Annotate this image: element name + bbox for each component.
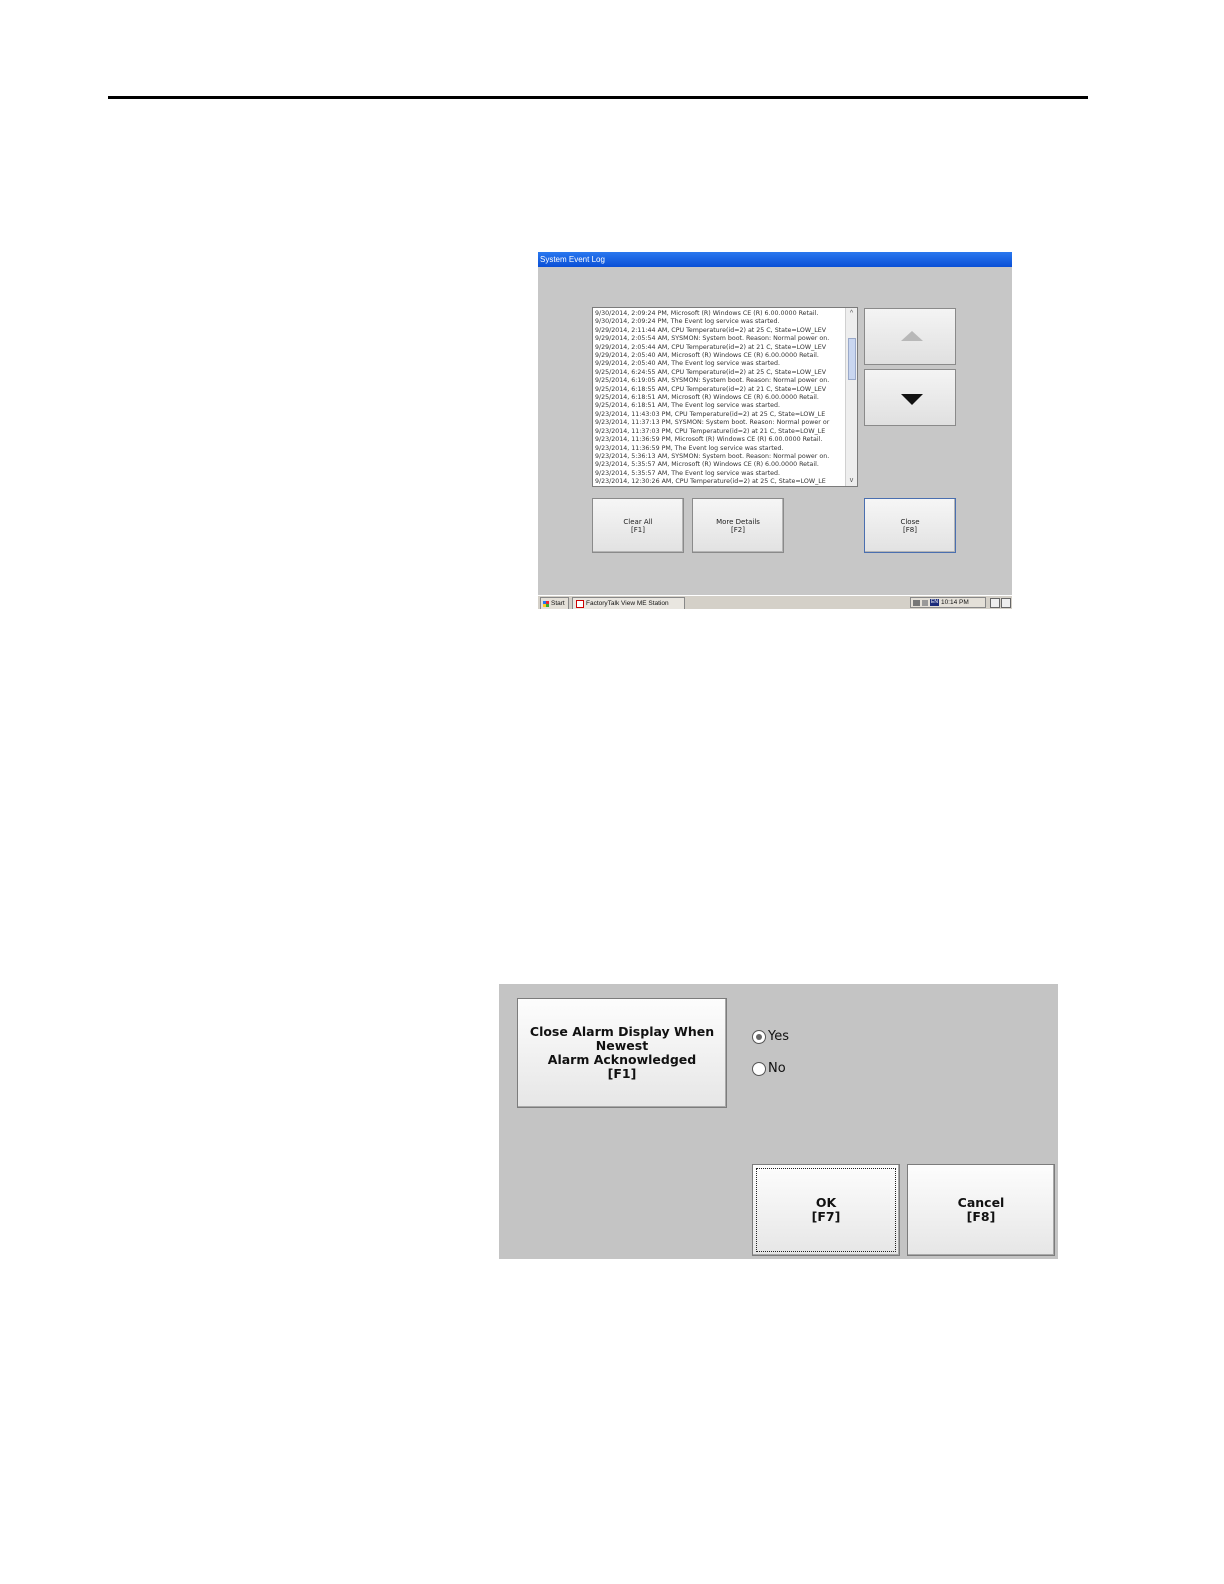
windows-logo-icon [543,600,549,607]
log-entry[interactable]: 9/29/2014, 2:05:40 AM, Microsoft (R) Win… [595,352,843,360]
keyboard-icon[interactable] [1001,598,1011,608]
option-line2: Alarm Acknowledged [547,1052,697,1067]
log-entry[interactable]: 9/25/2014, 6:19:05 AM, SYSMON: System bo… [595,377,843,385]
triangle-up-icon [901,331,923,341]
log-entry[interactable]: 9/25/2014, 6:18:51 AM, The Event log ser… [595,402,843,410]
log-entry[interactable]: 9/29/2014, 2:05:40 AM, The Event log ser… [595,360,843,368]
scroll-up-arrow-icon[interactable]: ^ [847,309,856,318]
app-icon [576,599,584,608]
log-entry[interactable]: 9/23/2014, 5:36:13 AM, SYSMON: System bo… [595,453,843,461]
clear-all-key: [F1] [631,525,645,534]
system-event-log-window: System Event Log 9/30/2014, 2:09:24 PM, … [538,252,1012,609]
clear-all-button[interactable]: Clear All [F1] [592,498,684,553]
radio-no-label: No [768,1061,786,1076]
clear-all-label: Clear All [623,517,653,526]
page-down-button[interactable] [864,369,956,426]
log-entry[interactable]: 9/23/2014, 12:30:26 AM, CPU Temperature(… [595,478,843,486]
event-log-scrollbar[interactable]: ^ v [845,308,857,486]
keyboard-language-badge[interactable]: EN [930,599,939,606]
option-key: [F1] [607,1066,637,1081]
desktop-icon[interactable] [990,598,1000,608]
event-log-lines: 9/30/2014, 2:09:24 PM, Microsoft (R) Win… [595,310,843,486]
close-alarm-display-option-button[interactable]: Close Alarm Display When Newest Alarm Ac… [517,998,727,1108]
more-details-button[interactable]: More Details [F2] [692,498,784,553]
ok-button[interactable]: OK [F7] [752,1164,900,1256]
log-entry[interactable]: 9/23/2014, 11:37:03 PM, CPU Temperature(… [595,428,843,436]
cancel-button[interactable]: Cancel [F8] [907,1164,1055,1256]
close-key: [F8] [903,525,917,534]
ok-key: [F7] [811,1209,841,1224]
log-entry[interactable]: 9/23/2014, 11:43:03 PM, CPU Temperature(… [595,411,843,419]
log-entry[interactable]: 9/29/2014, 2:11:44 AM, CPU Temperature(i… [595,327,843,335]
log-entry[interactable]: 9/23/2014, 11:36:59 PM, The Event log se… [595,445,843,453]
network-icon[interactable] [913,599,920,606]
window-title: System Event Log [538,252,1012,267]
radio-yes[interactable]: Yes [752,1029,789,1044]
scroll-thumb[interactable] [848,338,856,380]
page-up-button[interactable] [864,308,956,365]
taskbar: Start FactoryTalk View ME Station EN 10:… [538,595,1012,609]
close-label: Close [900,517,920,526]
scroll-down-arrow-icon[interactable]: v [847,476,856,485]
triangle-down-icon [901,394,923,405]
start-button[interactable]: Start [540,597,569,609]
page-header-rule [108,96,1088,99]
radio-yes-dot[interactable] [752,1029,766,1044]
taskbar-item-factorytalk[interactable]: FactoryTalk View ME Station [572,597,685,609]
radio-no[interactable]: No [752,1061,786,1076]
log-entry[interactable]: 9/30/2014, 2:09:24 PM, The Event log ser… [595,318,843,326]
radio-no-dot[interactable] [752,1061,766,1076]
more-details-label: More Details [716,517,760,526]
log-entry[interactable]: 9/30/2014, 2:09:24 PM, Microsoft (R) Win… [595,310,843,318]
log-entry[interactable]: 9/25/2014, 6:18:51 AM, Microsoft (R) Win… [595,394,843,402]
more-details-key: [F2] [731,525,745,534]
log-entry[interactable]: 9/29/2014, 2:05:54 AM, SYSMON: System bo… [595,335,843,343]
log-entry[interactable]: 9/23/2014, 11:37:13 PM, SYSMON: System b… [595,419,843,427]
cancel-key: [F8] [966,1209,996,1224]
system-tray: EN 10:14 PM [910,597,986,608]
log-entry[interactable]: 9/25/2014, 6:18:55 AM, CPU Temperature(i… [595,386,843,394]
start-label: Start [551,599,565,607]
cancel-label: Cancel [957,1195,1005,1210]
radio-yes-label: Yes [768,1029,789,1044]
volume-icon[interactable] [922,599,928,606]
log-entry[interactable]: 9/25/2014, 6:24:55 AM, CPU Temperature(i… [595,369,843,377]
option-line1: Close Alarm Display When Newest [529,1024,715,1053]
log-entry[interactable]: 9/23/2014, 5:35:57 AM, Microsoft (R) Win… [595,461,843,469]
alarm-display-dialog: Close Alarm Display When Newest Alarm Ac… [499,984,1058,1259]
close-button[interactable]: Close [F8] [864,498,956,553]
clock: 10:14 PM [940,598,969,606]
log-entry[interactable]: 9/23/2014, 5:35:57 AM, The Event log ser… [595,470,843,478]
taskbar-item-label: FactoryTalk View ME Station [586,599,669,607]
log-entry[interactable]: 9/23/2014, 11:36:59 PM, Microsoft (R) Wi… [595,436,843,444]
log-entry[interactable]: 9/29/2014, 2:05:44 AM, CPU Temperature(i… [595,344,843,352]
ok-label: OK [815,1195,837,1210]
event-log-list[interactable]: 9/30/2014, 2:09:24 PM, Microsoft (R) Win… [592,307,858,487]
